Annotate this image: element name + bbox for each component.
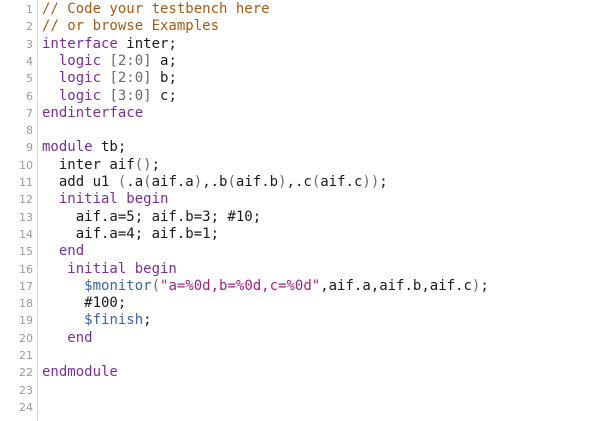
code-token-ident: aif.c — [320, 174, 363, 190]
line-number: 11 — [19, 176, 33, 189]
code-token-bracket: [2:0] — [109, 52, 152, 69]
code-line: aif.a=4; aif.b=1; — [42, 226, 219, 243]
code-token-ident: ,aif.a,aif.b,aif.c — [320, 277, 472, 294]
code-token-kw: module — [42, 139, 93, 156]
code-token-kw: end — [42, 243, 85, 260]
code-token-delay: #100; — [42, 295, 127, 312]
code-token-bracket: [2:0] — [109, 70, 152, 87]
line-number: 1 — [26, 3, 33, 16]
code-token-ident: ; — [143, 312, 152, 329]
code-line: $finish; — [42, 312, 152, 329]
code-line: #100; — [42, 295, 126, 312]
code-token-bracket: ( — [311, 174, 321, 190]
code-token-ident: .a — [126, 174, 144, 190]
code-token-comment: // Code your testbench here — [42, 1, 270, 17]
code-token-ident: inter aif — [42, 156, 135, 173]
code-line: end — [42, 243, 84, 260]
line-number: 2 — [26, 20, 33, 34]
code-line: add u1 (.a(aif.a),.b(aif.b),.c(aif.c)); — [42, 174, 388, 191]
code-token-ident: aif.a=4; aif.b=1; — [42, 225, 220, 242]
code-token-ident: ,.c — [286, 174, 312, 190]
line-number: 12 — [19, 193, 33, 207]
code-token-ident: tb; — [92, 139, 127, 156]
code-line: logic [2:0] b; — [42, 70, 177, 87]
code-line: interface inter; — [42, 36, 177, 53]
line-number: 5 — [26, 72, 33, 86]
code-token-ident: ; — [151, 156, 161, 173]
line-number: 4 — [26, 54, 33, 68]
code-token-kw: initial begin — [42, 260, 177, 277]
line-number: 24 — [19, 400, 33, 414]
line-number: 3 — [26, 37, 33, 51]
code-editor[interactable]: 1 2 3 4 5 6 7 8 9 10 11 12 13 14 15 16 17 18 19 20 21 22 23 24 … — [0, 0, 603, 421]
line-number: 23 — [19, 383, 33, 397]
line-number: 15 — [19, 245, 33, 259]
line-number: 9 — [26, 141, 33, 155]
code-line: initial begin — [42, 191, 169, 208]
line-number: 18 — [19, 297, 33, 311]
code-token-kw: endinterface — [42, 104, 144, 121]
code-line: // or browse Examples — [42, 18, 219, 35]
code-token-kw: interface — [42, 35, 118, 52]
code-token-ident — [42, 312, 84, 328]
code-line: module tb; — [42, 139, 126, 156]
code-line: endinterface — [42, 105, 143, 122]
code-token-kw: endmodule — [42, 364, 118, 381]
code-token-bracket: )) — [362, 174, 380, 190]
code-token-ident: aif.a=5; aif.b=3; #10; — [42, 208, 262, 225]
code-token-bracket: ( — [143, 174, 152, 190]
line-number: 10 — [19, 158, 33, 172]
line-number: 22 — [19, 366, 33, 380]
line-number: 20 — [19, 331, 33, 345]
code-token-bracket: ( — [151, 277, 161, 294]
code-token-kw: end — [42, 329, 93, 346]
code-line: // Code your testbench here — [42, 1, 270, 18]
line-number: 16 — [19, 262, 33, 276]
code-token-bracket: ) — [278, 174, 287, 190]
code-token-ident: ; — [379, 174, 388, 190]
code-line: aif.a=5; aif.b=3; #10; — [42, 209, 261, 226]
line-number: 17 — [19, 279, 33, 293]
line-number: 19 — [19, 314, 33, 328]
code-token-ident: inter; — [117, 35, 177, 52]
code-line: inter aif(); — [42, 157, 160, 174]
line-number: 13 — [19, 210, 33, 224]
code-token-str: "a=%0d,b=%0d,c=%0d" — [160, 277, 321, 294]
code-token-kw: initial begin — [42, 191, 169, 208]
line-number-gutter: 1 2 3 4 5 6 7 8 9 10 11 12 13 14 15 16 17 18 19 20 21 22 23 24 — [0, 0, 38, 421]
code-token-ident: a; — [151, 52, 177, 69]
line-number: 7 — [26, 106, 33, 120]
code-line: logic [3:0] c; — [42, 88, 177, 105]
line-number: 8 — [26, 124, 33, 138]
code-token-bracket: ) — [193, 174, 203, 190]
code-line: $monitor("a=%0d,b=%0d,c=%0d",aif.a,aif.b… — [42, 278, 489, 295]
code-token-ident: ,.b — [202, 174, 228, 190]
code-token-comment: // or browse Examples — [42, 18, 220, 35]
code-line: end — [42, 329, 93, 347]
line-number: 6 — [26, 89, 33, 103]
code-token-bracket: ( — [227, 174, 236, 190]
code-token-kw: logic — [42, 87, 102, 104]
code-token-bracket: [3:0] — [109, 87, 152, 104]
code-line: logic [2:0] a; — [42, 53, 177, 70]
code-line: initial begin — [42, 261, 177, 278]
line-number: 21 — [19, 349, 33, 362]
code-token-sys: $monitor — [84, 277, 152, 294]
code-token-ident: b; — [151, 70, 177, 87]
code-token-kw: logic — [42, 52, 102, 69]
code-token-kw: logic — [42, 70, 102, 87]
code-line: endmodule — [42, 364, 118, 381]
code-token-ident — [42, 278, 84, 294]
code-token-sys: $finish — [84, 312, 144, 329]
code-token-ident: aif.b — [235, 174, 279, 190]
code-token-ident: add u1 — [42, 174, 118, 190]
code-token-ident: aif.a — [151, 174, 194, 190]
code-token-bracket: () — [134, 156, 152, 173]
code-token-ident: c; — [151, 87, 177, 104]
code-token-ident: ; — [480, 277, 489, 294]
line-number: 14 — [19, 227, 33, 241]
